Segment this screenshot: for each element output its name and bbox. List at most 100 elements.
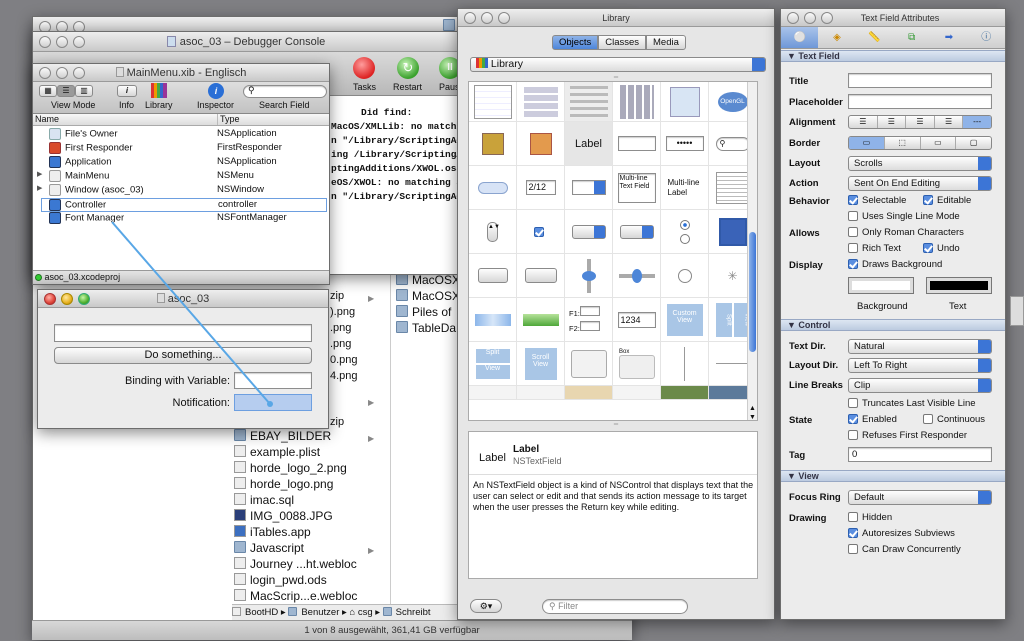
tab-objects[interactable]: Objects <box>552 35 599 50</box>
path-item[interactable]: BootHD <box>245 607 278 618</box>
list-item[interactable]: login_pwd.ods <box>234 572 327 588</box>
align-right-icon[interactable]: ☰ <box>905 116 934 128</box>
section-text-field[interactable]: ▼ Text Field <box>781 50 1005 62</box>
inspector-icon[interactable]: i <box>208 83 224 99</box>
path-item[interactable]: Schreibt <box>396 607 431 618</box>
stepper-object[interactable]: ▲▼ <box>469 210 517 254</box>
list-item[interactable]: iTables.app <box>234 524 311 540</box>
level-indicator-object[interactable] <box>469 298 517 342</box>
background-color-well[interactable] <box>848 277 914 294</box>
segmented-control-object[interactable] <box>517 254 565 298</box>
minimize-button[interactable] <box>481 12 493 24</box>
alignment-segmented[interactable]: ☰ ☰ ☰ ☰ --- <box>848 115 992 129</box>
label-object-selected[interactable]: Label <box>565 122 613 166</box>
object-partial[interactable] <box>613 386 661 400</box>
console-output[interactable]: Did find: MacOS/XMLLib: no matching n "/… <box>331 106 459 204</box>
scroll-up-arrow[interactable]: ▲ <box>749 405 756 412</box>
column-header-type[interactable]: Type <box>217 114 240 125</box>
search-input[interactable]: ⚲ <box>243 85 327 98</box>
single-line-checkbox[interactable]: Uses Single Line Mode <box>848 211 960 222</box>
close-button[interactable] <box>39 67 51 79</box>
tab-view-object[interactable] <box>565 342 613 386</box>
tab-attributes[interactable]: ⚪ <box>781 27 819 48</box>
image-view-object[interactable] <box>661 82 709 122</box>
tab-effects[interactable]: ◈ <box>818 27 855 48</box>
zoom-button[interactable] <box>498 12 510 24</box>
minimize-button[interactable] <box>56 67 68 79</box>
concurrently-checkbox[interactable]: Can Draw Concurrently <box>848 544 961 555</box>
minimize-button[interactable] <box>804 12 816 24</box>
split-view-horizontal-object[interactable]: Split View <box>469 342 517 386</box>
minimize-button[interactable] <box>61 293 73 305</box>
border-line-icon[interactable]: ⬚ <box>883 137 920 149</box>
tab-size[interactable]: 📏 <box>856 27 893 48</box>
list-item[interactable]: ).png <box>330 304 355 320</box>
close-button[interactable] <box>39 36 51 48</box>
table-view-object[interactable] <box>469 82 517 122</box>
list-item[interactable]: Javascript <box>234 540 304 556</box>
stepper-field-object[interactable]: 2/12 <box>517 166 565 210</box>
column-view-icon[interactable]: ▥ <box>75 85 93 97</box>
action-menu-button[interactable]: ⚙▾ <box>470 599 502 613</box>
popup-button-object[interactable] <box>565 210 613 254</box>
pull-down-object[interactable] <box>613 210 661 254</box>
tab-bindings[interactable]: ⧉ <box>893 27 930 48</box>
splitter-handle[interactable]: ═ <box>458 422 774 428</box>
table-row[interactable]: ▶ Window (asoc_03) NSWindow <box>33 184 329 198</box>
border-rounded-icon[interactable]: ▢ <box>955 137 991 149</box>
align-justify-icon[interactable]: ☰ <box>933 116 963 128</box>
border-none-icon[interactable]: ▭ <box>849 137 884 149</box>
list-item[interactable]: 0.png <box>330 352 358 368</box>
path-item[interactable]: csg <box>358 607 373 618</box>
zoom-button[interactable] <box>821 12 833 24</box>
box-object[interactable] <box>469 254 517 298</box>
align-center-icon[interactable]: ☰ <box>876 116 906 128</box>
filter-search-input[interactable]: ⚲ Filter <box>542 599 688 614</box>
custom-view-object[interactable]: Custom View <box>661 298 709 342</box>
binding-field[interactable] <box>234 372 312 389</box>
list-item[interactable]: horde_logo_2.png <box>234 460 347 476</box>
layout-popup[interactable]: Scrolls <box>848 156 992 171</box>
minimize-button[interactable] <box>56 36 68 48</box>
tab-classes[interactable]: Classes <box>598 35 647 50</box>
restart-button[interactable]: ↻ <box>397 57 419 79</box>
formatter-object[interactable]: 1234 <box>613 298 661 342</box>
undo-checkbox[interactable]: Undo <box>923 243 960 254</box>
tab-identity[interactable]: ⓘ <box>968 27 1005 48</box>
list-item[interactable]: .png <box>330 336 351 352</box>
hidden-checkbox[interactable]: Hidden <box>848 512 892 523</box>
align-natural-icon[interactable]: --- <box>962 116 991 128</box>
zoom-button[interactable] <box>73 36 85 48</box>
editable-checkbox[interactable]: Editable <box>923 195 971 206</box>
view-mode-segmented[interactable]: ▦ ☰ ▥ <box>39 85 93 97</box>
table-row[interactable]: First Responder FirstResponder <box>33 142 329 156</box>
title-field[interactable] <box>848 73 992 88</box>
list-item[interactable]: TableDa <box>396 320 456 336</box>
box-object[interactable]: Box <box>613 342 661 386</box>
section-control[interactable]: ▼ Control <box>781 319 1005 331</box>
table-row[interactable]: ▶ MainMenu NSMenu <box>33 170 329 184</box>
do-something-button[interactable]: Do something... <box>54 347 312 364</box>
object-partial[interactable] <box>469 386 517 400</box>
enabled-checkbox[interactable]: Enabled <box>848 414 897 425</box>
action-popup[interactable]: Sent On End Editing <box>848 176 992 191</box>
draws-background-checkbox[interactable]: Draws Background <box>848 259 942 270</box>
border-segmented[interactable]: ▭ ⬚ ▭ ▢ <box>848 136 992 150</box>
refuses-checkbox[interactable]: Refuses First Responder <box>848 430 967 441</box>
tab-media[interactable]: Media <box>646 35 686 50</box>
column-header-name[interactable]: Name <box>35 114 59 125</box>
tab-connections[interactable]: ➡ <box>930 27 967 48</box>
list-item[interactable]: Journey ...ht.webloc <box>234 556 357 572</box>
notification-field-highlighted[interactable] <box>234 394 312 411</box>
list-item[interactable]: zip <box>330 288 344 304</box>
zoom-button[interactable] <box>73 67 85 79</box>
object-partial[interactable] <box>661 386 709 400</box>
object-cube[interactable] <box>469 122 517 166</box>
close-button[interactable] <box>464 12 476 24</box>
radio-group-object[interactable] <box>661 210 709 254</box>
scroll-down-arrow[interactable]: ▼ <box>749 414 756 420</box>
list-item[interactable]: 4.png <box>330 368 358 384</box>
table-row[interactable]: File's Owner NSApplication <box>33 128 329 142</box>
disclosure-triangle-icon[interactable]: ▶ <box>37 170 42 178</box>
text-field-object[interactable] <box>613 122 661 166</box>
